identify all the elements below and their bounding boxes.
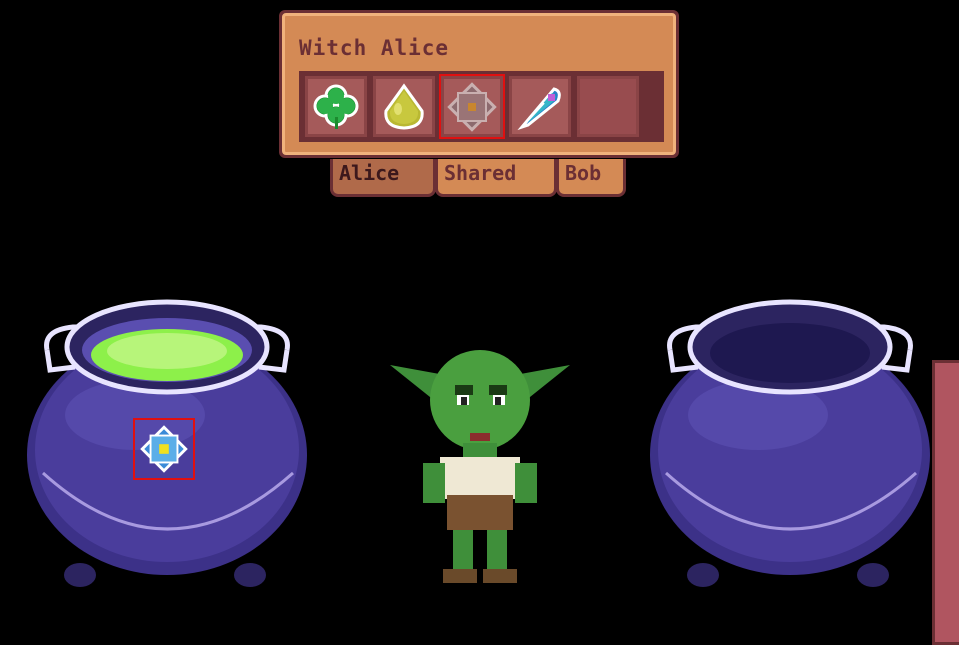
- slime-drop-icon: [384, 82, 424, 130]
- tab-alice[interactable]: Alice: [330, 159, 436, 197]
- rune-crystal-icon: [447, 81, 497, 132]
- feather-icon: [517, 86, 561, 130]
- inventory-slot-5[interactable]: [577, 76, 639, 137]
- inventory-slots: [299, 71, 664, 142]
- goblin-character[interactable]: [385, 345, 575, 590]
- tab-bob[interactable]: Bob: [556, 159, 626, 197]
- inventory-slot-4[interactable]: [509, 76, 571, 137]
- clover-icon: [313, 84, 359, 129]
- inventory-panel-inner: Witch Alice: [282, 13, 676, 155]
- inventory-panel: Witch Alice: [279, 10, 679, 158]
- inventory-tabs: Alice Shared Bob: [330, 159, 626, 199]
- panel-title: Witch Alice: [299, 36, 450, 60]
- rune-crystal-icon: [140, 425, 188, 473]
- ingredient-marker[interactable]: [133, 418, 195, 480]
- side-pillar: [932, 360, 959, 645]
- tab-shared[interactable]: Shared: [435, 159, 557, 197]
- right-cauldron[interactable]: [648, 295, 933, 600]
- inventory-slot-3[interactable]: [439, 74, 505, 139]
- inventory-slot-1[interactable]: [305, 76, 367, 137]
- inventory-slot-2[interactable]: [373, 76, 435, 137]
